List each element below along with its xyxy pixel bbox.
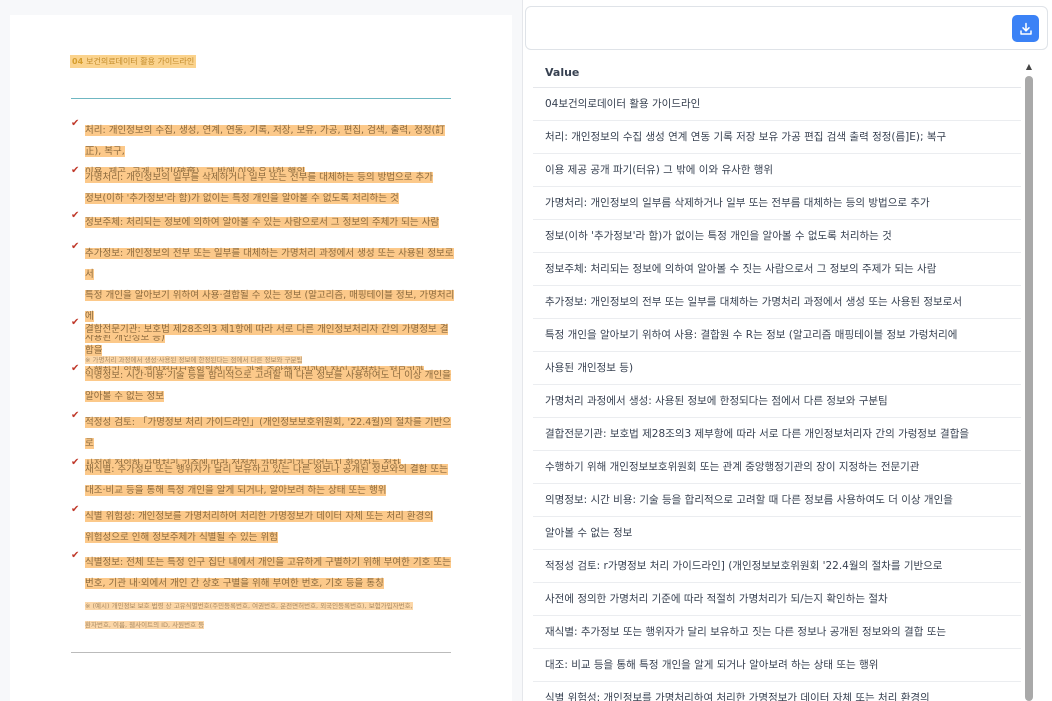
document-item: ✔ 정보주체: 처리되는 정보에 의하여 알아볼 수 있는 사람으로서 그 정보의…: [71, 210, 457, 231]
document-item-text: 식별정보: 전체 또는 특정 인구 집단 내에서 개인을 고유하게 구별하기 위…: [85, 550, 457, 592]
table-row[interactable]: 정보(이하 '추가정보'라 함)가 없이는 특정 개인을 알아볼 수 없도록 처…: [533, 220, 1021, 253]
table-row[interactable]: 가명처리: 개인정보의 일부름 삭제하거나 일부 또는 전부름 대체하는 등의 …: [533, 187, 1021, 220]
document-item-text: 가명처리: 개인정보의 일부를 삭제하거나 일부 또는 전부를 대체하는 등의 …: [85, 165, 457, 207]
highlighted-line: 번호, 기관 내·외에서 개인 간 상호 구별을 위해 부여한 번호, 기호 등…: [85, 578, 384, 589]
highlighted-line: 알아볼 수 없는 정보: [85, 391, 164, 402]
table-row[interactable]: 추가정보: 개인정보의 전부 또는 일부를 대체하는 가명처리 과정에서 생성 …: [533, 286, 1021, 319]
vertical-scrollbar[interactable]: ▲: [1024, 62, 1034, 701]
document-header-text: 보건의료데이터 활용 가이드라인: [86, 57, 195, 66]
scroll-up-arrow-icon[interactable]: ▲: [1024, 62, 1034, 72]
document-item-text: 익명정보: 시간·비용·기술 등을 합리적으로 고려할 때 다른 정보를 사용하…: [85, 363, 457, 405]
highlighted-line: 재식별: 추가정보 또는 행위자가 달리 보유하고 있는 다른 정보나 공개된 …: [85, 464, 448, 475]
app-root: 04 보건의료데이터 활용 가이드라인 ✔ 처리: 개인정보의 수집, 생성, 연계…: [0, 0, 1052, 701]
table-row[interactable]: 수행하기 위해 개인정보보호위원회 또는 관계 중앙행정기관의 장이 지정하는 …: [533, 451, 1021, 484]
document-item: ✔ 식별정보: 전체 또는 특정 인구 집단 내에서 개인을 고유하게 구별하기 …: [71, 550, 457, 631]
table-row[interactable]: 사전에 정의한 가명처리 기준에 따라 적절히 가명처리가 되/는지 확인하는 …: [533, 583, 1021, 616]
table-row[interactable]: 정보주체: 처리되는 정보에 의하여 알아볼 수 짓는 사람으로서 그 정보의 …: [533, 253, 1021, 286]
table-body: 04보건의로데이터 활용 가이드라인 처리: 개인정보의 수집 생성 연계 연동 …: [533, 88, 1021, 701]
table-row[interactable]: 의명정보: 시간 비용: 기술 등을 합리적으로 고려할 때 다른 정보름 사용…: [533, 484, 1021, 517]
column-header-value[interactable]: Value: [533, 58, 1021, 88]
highlighted-note-line: ※ (예시) 개인정보 보호 법령 상 고유식별번호(주민등록번호, 여권번호,…: [85, 602, 413, 610]
document-item: ✔ 식별 위험성: 개인정보를 가명처리하여 처리한 가명정보가 데이터 자체 또…: [71, 504, 457, 546]
highlighted-line: 식별정보: 전체 또는 특정 인구 집단 내에서 개인을 고유하게 구별하기 위…: [85, 557, 451, 568]
table-row[interactable]: 사용된 개인정보 등): [533, 352, 1021, 385]
checkmark-icon: ✔: [71, 550, 80, 561]
checkmark-icon: ✔: [71, 410, 80, 421]
checkmark-icon: ✔: [71, 241, 80, 252]
document-header: 04 보건의료데이터 활용 가이드라인: [70, 55, 197, 68]
document-item-note: ※ (예시) 개인정보 보호 법령 상 고유식별번호(주민등록번호, 여권번호,…: [85, 593, 457, 631]
table-row[interactable]: 알아볼 수 없는 정보: [533, 517, 1021, 550]
highlighted-line: 대조·비교 등을 통해 특정 개인을 알게 되거나, 알아보려 하는 상태 또는…: [85, 485, 387, 496]
table-row[interactable]: 결합전문기관: 보호법 제28조의3 제부항에 따라 서로 다른 개인정보처리자…: [533, 418, 1021, 451]
footer-rule: [71, 652, 451, 653]
values-table[interactable]: Value 04보건의로데이터 활용 가이드라인 처리: 개인정보의 수집 생성 …: [533, 58, 1021, 701]
table-row[interactable]: 처리: 개인정보의 수집 생성 연계 연동 기록 저장 보유 가공 편집 검색 …: [533, 121, 1021, 154]
highlighted-note-line: 환자번호, 이름, 웹사이트의 ID, 사원번호 등: [85, 621, 205, 629]
highlighted-line: 정보(이하 '추가정보'라 함)가 없이는 특정 개인을 알아볼 수 없도록 처…: [85, 193, 399, 204]
table-row[interactable]: 대조: 비교 등을 통해 특정 개인을 알게 되거나 알아보려 하는 상태 또는…: [533, 649, 1021, 682]
table-row[interactable]: 적정성 검토: r가명정보 처리 가이드라인] (개인정보보호위원회 '22.4…: [533, 550, 1021, 583]
table-row[interactable]: 이용 제공 공개 파기(터유) 그 밖에 이와 유사한 행위: [533, 154, 1021, 187]
download-button[interactable]: [1012, 15, 1039, 42]
document-item-text: 식별 위험성: 개인정보를 가명처리하여 처리한 가명정보가 데이터 자체 또는…: [85, 504, 457, 546]
document-header-number: 04: [72, 57, 84, 66]
highlighted-line: 적정성 검토: 「가명정보 처리 가이드라인」(개인정보보호위원회, '22.4…: [85, 417, 451, 449]
download-icon: [1019, 22, 1032, 35]
highlighted-line: 정보주체: 처리되는 정보에 의하여 알아볼 수 있는 사람으로서 그 정보의 …: [85, 217, 440, 228]
results-toolbar: [525, 6, 1048, 50]
highlighted-line: 위험성으로 인해 정보주체가 식별될 수 있는 위험: [85, 532, 278, 543]
checkmark-icon: ✔: [71, 317, 80, 328]
checkmark-icon: ✔: [71, 504, 80, 515]
highlighted-line: 익명정보: 시간·비용·기술 등을 합리적으로 고려할 때 다른 정보를 사용하…: [85, 370, 451, 381]
results-panel: Value 04보건의로데이터 활용 가이드라인 처리: 개인정보의 수집 생성 …: [522, 0, 1052, 701]
checkmark-icon: ✔: [71, 210, 80, 221]
table-row[interactable]: 특정 개인을 알아보기 위하여 사용: 결합원 수 R는 정보 (알고리즘 매핑…: [533, 319, 1021, 352]
highlighted-line: 결합전문기관: 보호법 제28조의3 제1항에 따라 서로 다른 개인정보처리자…: [85, 324, 449, 356]
document-item-text: 정보주체: 처리되는 정보에 의하여 알아볼 수 있는 사람으로서 그 정보의 …: [85, 210, 457, 231]
header-rule: [71, 98, 451, 99]
highlighted-line: 가명처리: 개인정보의 일부를 삭제하거나 일부 또는 전부를 대체하는 등의 …: [85, 172, 434, 183]
checkmark-icon: ✔: [71, 165, 80, 176]
highlighted-line: 식별 위험성: 개인정보를 가명처리하여 처리한 가명정보가 데이터 자체 또는…: [85, 511, 434, 522]
table-row[interactable]: 식별 위험성: 개인정보를 가명처리하여 처리한 가명정보가 데이터 자체 또는…: [533, 682, 1021, 701]
table-row[interactable]: 재식별: 추가정보 또는 행위자가 달리 보유하고 짓는 다른 정보나 공개된 …: [533, 616, 1021, 649]
document-item-text: 재식별: 추가정보 또는 행위자가 달리 보유하고 있는 다른 정보나 공개된 …: [85, 457, 457, 499]
highlighted-line: 추가정보: 개인정보의 전부 또는 일부를 대체하는 가명처리 과정에서 생성 …: [85, 248, 454, 280]
document-preview: 04 보건의료데이터 활용 가이드라인 ✔ 처리: 개인정보의 수집, 생성, 연계…: [10, 15, 512, 701]
document-item: ✔ 재식별: 추가정보 또는 행위자가 달리 보유하고 있는 다른 정보나 공개된…: [71, 457, 457, 499]
highlighted-line: 처리: 개인정보의 수집, 생성, 연계, 연동, 기록, 저장, 보유, 가공…: [85, 125, 445, 157]
table-row[interactable]: 04보건의로데이터 활용 가이드라인: [533, 88, 1021, 121]
document-item: ✔ 가명처리: 개인정보의 일부를 삭제하거나 일부 또는 전부를 대체하는 등의…: [71, 165, 457, 207]
table-row[interactable]: 가명처리 과정에서 생성: 사용된 정보에 한정되다는 점에서 다른 정보와 구…: [533, 385, 1021, 418]
checkmark-icon: ✔: [71, 118, 80, 129]
checkmark-icon: ✔: [71, 363, 80, 374]
scrollbar-thumb[interactable]: [1025, 76, 1033, 701]
document-item: ✔ 익명정보: 시간·비용·기술 등을 합리적으로 고려할 때 다른 정보를 사용…: [71, 363, 457, 405]
checkmark-icon: ✔: [71, 457, 80, 468]
